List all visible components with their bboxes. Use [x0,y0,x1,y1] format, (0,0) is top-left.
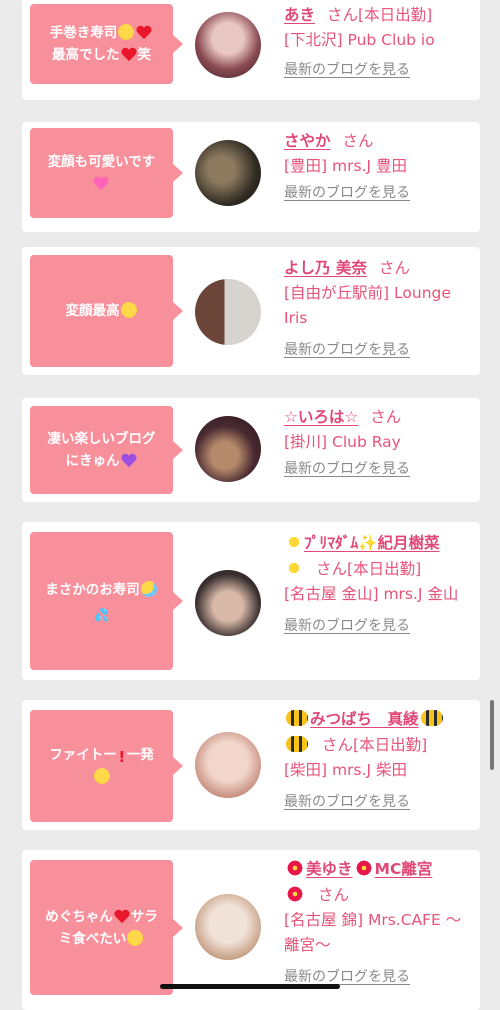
cast-name-link[interactable]: みつばち 真綾 [310,710,419,728]
comment-bubble: めぐちゃん サラ ミ食べたい [30,860,183,995]
cast-name-link[interactable]: 美ゆき MC離宮 [306,860,432,878]
comment-bubble: 変顔最高 [30,255,183,367]
comment-bubble: まさかのお寿司 💦 [30,532,183,670]
comment-text: めぐちゃん [45,908,113,925]
cast-name-link[interactable]: ﾌﾟﾘﾏﾀﾞﾑ✨紀月樹菜 [304,534,440,552]
grinning-squint-icon [93,768,110,784]
cast-name-text: 美ゆき [306,860,353,878]
cast-name-link[interactable]: よし乃 美奈 [284,259,367,277]
bee-icon [286,736,308,752]
cast-info: ☆いろは☆ さん [掛川] Club Ray 最新のブログを見る [284,404,476,480]
shop-name: [豊田] mrs.J 豊田 [284,157,407,175]
comment-text: 変顔も可愛いです [47,154,156,170]
sweat-droplets-icon: 💦 [94,608,109,622]
cast-info: よし乃 美奈 さん [自由が丘駅前] Lounge Iris 最新のブログを見る [284,255,476,361]
avatar[interactable] [195,570,261,636]
red-heart-icon [121,48,137,62]
latest-blog-link[interactable]: 最新のブログを見る [284,59,476,81]
comment-bubble: ファイトー! 一発 [30,710,183,822]
glowing-star-icon [286,534,302,550]
exclamation-icon: ! [118,748,126,766]
shop-name: [柴田] mrs.J 柴田 [284,761,407,779]
list-item[interactable]: 変顔も可愛いです さやか さん [豊田] mrs.J 豊田 最新のブログを見る [22,122,480,232]
avatar[interactable] [195,416,261,482]
red-heart-icon [114,910,130,924]
latest-blog-link[interactable]: 最新のブログを見る [284,615,476,637]
avatar[interactable] [195,279,261,345]
honorific: さん [318,886,350,904]
scrollbar-thumb[interactable] [490,700,494,770]
comment-text: 手巻き寿司 [49,25,118,41]
bee-icon [420,710,443,726]
hibiscus-icon [286,860,304,876]
avatar[interactable] [195,894,261,960]
latest-blog-link[interactable]: 最新のブログを見る [284,458,476,480]
latest-blog-link[interactable]: 最新のブログを見る [284,791,476,813]
comment-text: まさかのお寿司 [45,582,140,598]
comment-text: 最高でした [52,47,120,63]
cast-name-suffix: MC離宮 [374,860,433,878]
shop-name: [掛川] Club Ray [284,433,401,451]
purple-heart-icon [121,454,137,468]
sparkling-heart-icon [93,177,109,191]
honorific: さん [327,6,359,24]
comment-text: ファイトー [49,747,117,763]
hibiscus-icon [354,860,373,876]
home-indicator[interactable] [160,984,340,989]
comment-text: 変顔最高 [65,303,120,319]
shop-name: [自由が丘駅前] Lounge Iris [284,284,451,327]
list-item[interactable]: 凄い楽しいブログ にきゅん ☆いろは☆ さん [掛川] Club Ray 最新のブ… [22,398,480,502]
glowing-star-icon [286,560,302,576]
cast-name-link[interactable]: さやか [284,132,331,150]
shop-name: [名古屋 金山] mrs.J 金山 [284,585,459,603]
shop-name: [下北沢] Pub Club io [284,31,435,49]
hibiscus-icon [286,886,304,902]
list-item[interactable]: 変顔最高 よし乃 美奈 さん [自由が丘駅前] Lounge Iris 最新のブロ… [22,247,480,375]
bee-icon [286,710,308,726]
list-item[interactable]: 手巻き寿司 最高でした 笑 あき さん[本日出勤] [下北沢] Pub Club i… [22,0,480,100]
rofl-emoji-icon [127,929,144,946]
cast-info: 美ゆき MC離宮 さん [名古屋 錦] Mrs.CAFE ～離宮～ 最新のブログを見… [284,856,476,988]
honorific: さん [378,259,410,277]
rofl-emoji-icon [118,24,135,40]
cast-info: ﾌﾟﾘﾏﾀﾞﾑ✨紀月樹菜さん[本日出勤] [名古屋 金山] mrs.J 金山 最… [284,530,476,637]
shop-name: [名古屋 錦] Mrs.CAFE ～離宮～ [284,911,462,954]
honorific: さん [322,736,354,754]
comment-bubble: 手巻き寿司 最高でした 笑 [30,4,183,84]
avatar[interactable] [195,12,261,78]
comment-bubble: 凄い楽しいブログ にきゅん [30,406,183,494]
latest-blog-link[interactable]: 最新のブログを見る [284,182,476,204]
honorific: さん [316,560,348,578]
status-badge: [本日出勤] [347,560,422,578]
cast-info: さやか さん [豊田] mrs.J 豊田 最新のブログを見る [284,128,476,204]
comment-text: サラ [130,908,158,925]
cast-name-link[interactable]: ☆いろは☆ [284,408,358,426]
honorific: さん [342,132,374,150]
avatar[interactable] [195,732,261,798]
status-badge: [本日出勤] [358,6,433,24]
comment-text: 笑 [137,47,152,63]
red-heart-icon [136,26,152,40]
comment-text: にきゅん [65,453,120,469]
cast-name-link[interactable]: あき [284,6,315,24]
comment-text: ミ食べたい [58,930,127,947]
comment-text: 凄い楽しいブログ [47,431,156,447]
cast-info: みつばち 真綾さん[本日出勤] [柴田] mrs.J 柴田 最新のブログを見る [284,706,476,813]
avatar[interactable] [195,140,261,206]
tears-of-joy-icon [140,581,157,597]
latest-blog-link[interactable]: 最新のブログを見る [284,339,476,361]
status-badge: [本日出勤] [353,736,428,754]
honorific: さん [370,408,402,426]
cast-info: あき さん[本日出勤] [下北沢] Pub Club io 最新のブログを見る [284,2,476,81]
list-item[interactable]: まさかのお寿司 💦 ﾌﾟﾘﾏﾀﾞﾑ✨紀月樹菜さん[本日出勤] [名古屋 金山] … [22,522,480,680]
comment-bubble: 変顔も可愛いです [30,128,183,218]
list-item[interactable]: ファイトー! 一発 みつばち 真綾さん[本日出勤] [柴田] mrs.J 柴田 最… [22,700,480,830]
rofl-emoji-icon [120,302,137,318]
comment-text: 一発 [126,747,154,763]
